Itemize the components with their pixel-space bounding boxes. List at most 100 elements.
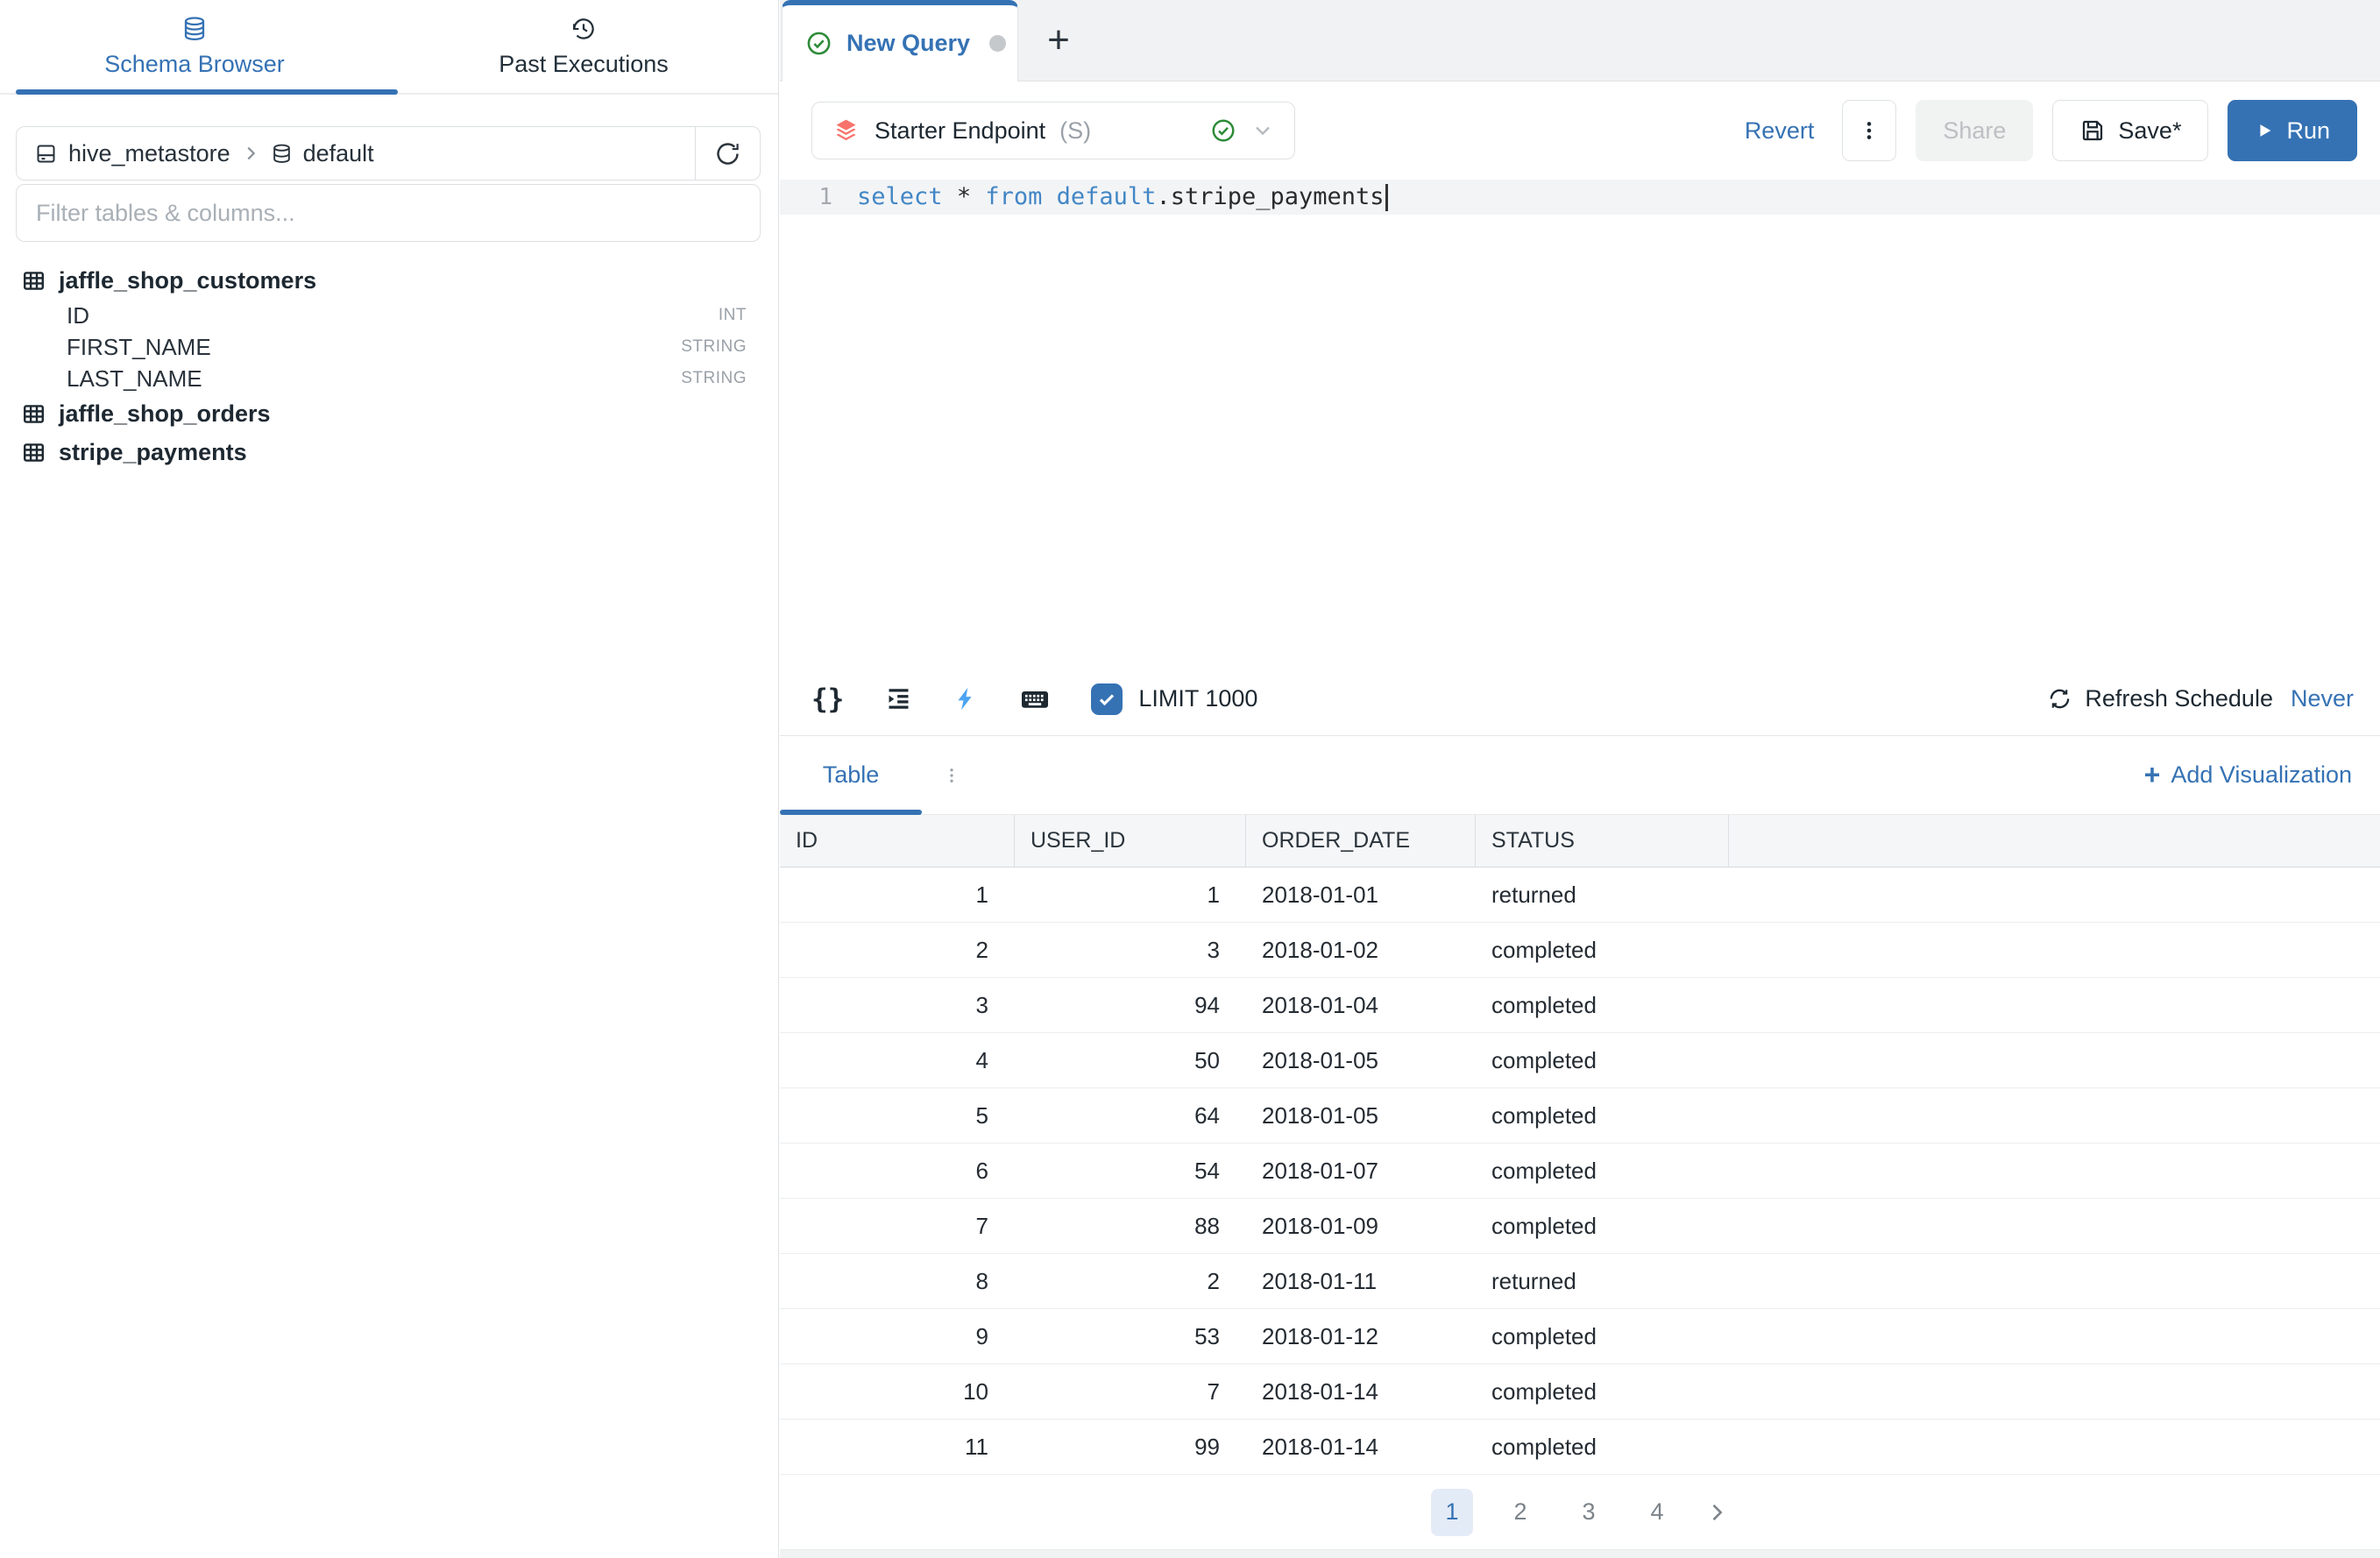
cell-id: 1 [780,868,1015,922]
table-row: 2 3 2018-01-02 completed [780,923,2380,978]
add-visualization-button[interactable]: + Add Visualization [2144,759,2352,791]
format-braces-icon[interactable]: {} [811,683,844,715]
schema-list: jaffle_shop_customers ID INT FIRST_NAME … [0,261,778,471]
schema-column-row[interactable]: ID INT [0,300,778,331]
table-row: 11 99 2018-01-14 completed [780,1420,2380,1475]
cell-user-id: 1 [1015,868,1246,922]
tab-schema-browser[interactable]: Schema Browser [0,0,389,93]
page-button-1[interactable]: 1 [1431,1489,1473,1536]
refresh-schedule-value[interactable]: Never [2291,685,2354,712]
cell-order-date: 2018-01-12 [1246,1309,1476,1363]
cell-order-date: 2018-01-14 [1246,1420,1476,1474]
table-row: 8 2 2018-01-11 returned [780,1254,2380,1309]
cell-order-date: 2018-01-01 [1246,868,1476,922]
column-header-user_id[interactable]: USER_ID [1015,815,1246,867]
cell-user-id: 88 [1015,1199,1246,1253]
endpoint-selector[interactable]: Starter Endpoint (S) [811,102,1295,159]
schema-column-type: INT [719,306,747,325]
share-button[interactable]: Share [1916,100,2033,161]
query-tab-new-query[interactable]: New Query [782,0,1018,81]
keyboard-shortcuts-icon[interactable] [1019,683,1051,715]
endpoint-status-icon [1210,117,1236,144]
visualization-tabbar: Table + Add Visualization [780,736,2380,815]
refresh-schema-button[interactable] [695,127,760,180]
cell-id: 10 [780,1364,1015,1419]
column-header-id[interactable]: ID [780,815,1015,867]
schema-table-row[interactable]: jaffle_shop_orders [0,394,778,433]
next-page-button[interactable] [1704,1500,1729,1525]
cell-id: 3 [780,978,1015,1032]
cell-id: 9 [780,1309,1015,1363]
run-button[interactable]: Run [2228,100,2357,161]
sql-active-line[interactable]: 1 select * from default.stripe_payments [780,180,2380,215]
schema-column-name: FIRST_NAME [67,334,211,361]
viz-options-button[interactable] [936,760,967,791]
sql-editor[interactable]: 1 select * from default.stripe_payments [780,180,2380,662]
cell-order-date: 2018-01-07 [1246,1144,1476,1198]
add-visualization-label: Add Visualization [2171,761,2352,789]
tab-table-visualization[interactable]: Table [780,736,922,814]
cell-user-id: 99 [1015,1420,1246,1474]
check-circle-icon [805,30,832,57]
limit-label: LIMIT 1000 [1138,685,1257,712]
schema-table-row[interactable]: jaffle_shop_customers [0,261,778,300]
cell-user-id: 2 [1015,1254,1246,1308]
cell-user-id: 3 [1015,923,1246,977]
schema-sidebar: Schema Browser Past Executions [0,0,779,1558]
page-button-2[interactable]: 2 [1499,1489,1541,1536]
filter-input[interactable] [17,185,760,241]
table-grid-icon [21,440,46,465]
cell-order-date: 2018-01-09 [1246,1199,1476,1253]
cell-status: completed [1476,1199,1729,1253]
page-button-4[interactable]: 4 [1636,1489,1678,1536]
cell-id: 8 [780,1254,1015,1308]
schema-column-row[interactable]: FIRST_NAME STRING [0,331,778,363]
column-header-status[interactable]: STATUS [1476,815,1729,867]
table-row: 3 94 2018-01-04 completed [780,978,2380,1033]
bottom-strip [780,1549,2380,1558]
endpoint-name: Starter Endpoint [875,117,1045,145]
save-icon [2079,117,2106,144]
breadcrumb-schema[interactable]: default [303,140,374,167]
tab-schema-browser-label: Schema Browser [104,51,285,78]
add-query-tab-button[interactable]: + [1018,0,1099,81]
indent-icon[interactable] [884,684,913,713]
cell-status: returned [1476,1254,1729,1308]
endpoint-size: (S) [1059,117,1091,145]
table-row: 9 53 2018-01-12 completed [780,1309,2380,1364]
run-button-label: Run [2286,117,2330,145]
schema-table-name: stripe_payments [59,439,247,466]
cell-order-date: 2018-01-11 [1246,1254,1476,1308]
revert-button[interactable]: Revert [1745,117,1815,145]
cell-order-date: 2018-01-05 [1246,1033,1476,1087]
save-button[interactable]: Save* [2052,100,2208,161]
lightning-icon[interactable] [953,686,979,712]
database-icon [181,16,208,42]
schema-table-row[interactable]: stripe_payments [0,433,778,471]
cell-status: completed [1476,1309,1729,1363]
breadcrumb[interactable]: hive_metastore default [17,127,695,180]
more-options-button[interactable] [1842,100,1896,161]
cell-order-date: 2018-01-05 [1246,1088,1476,1143]
cell-user-id: 54 [1015,1144,1246,1198]
column-header-order_date[interactable]: ORDER_DATE [1246,815,1476,867]
breadcrumb-catalog[interactable]: hive_metastore [68,140,230,167]
table-grid-icon [21,401,46,427]
cell-status: completed [1476,923,1729,977]
unsaved-indicator-dot [989,35,1006,52]
tab-past-executions[interactable]: Past Executions [389,0,778,93]
limit-checkbox[interactable] [1091,683,1123,715]
refresh-icon [714,140,741,167]
schema-column-row[interactable]: LAST_NAME STRING [0,363,778,394]
cell-user-id: 94 [1015,978,1246,1032]
cell-status: completed [1476,1088,1729,1143]
pagination: 1234 [780,1475,2380,1549]
page-button-3[interactable]: 3 [1568,1489,1610,1536]
cell-user-id: 53 [1015,1309,1246,1363]
endpoint-stack-icon [832,117,861,145]
active-viz-tab-indicator [780,810,922,815]
cell-user-id: 7 [1015,1364,1246,1419]
results-body: 1 1 2018-01-01 returned 2 3 2018-01-02 c… [780,868,2380,1475]
sidebar-tabs: Schema Browser Past Executions [0,0,778,95]
cell-status: returned [1476,868,1729,922]
